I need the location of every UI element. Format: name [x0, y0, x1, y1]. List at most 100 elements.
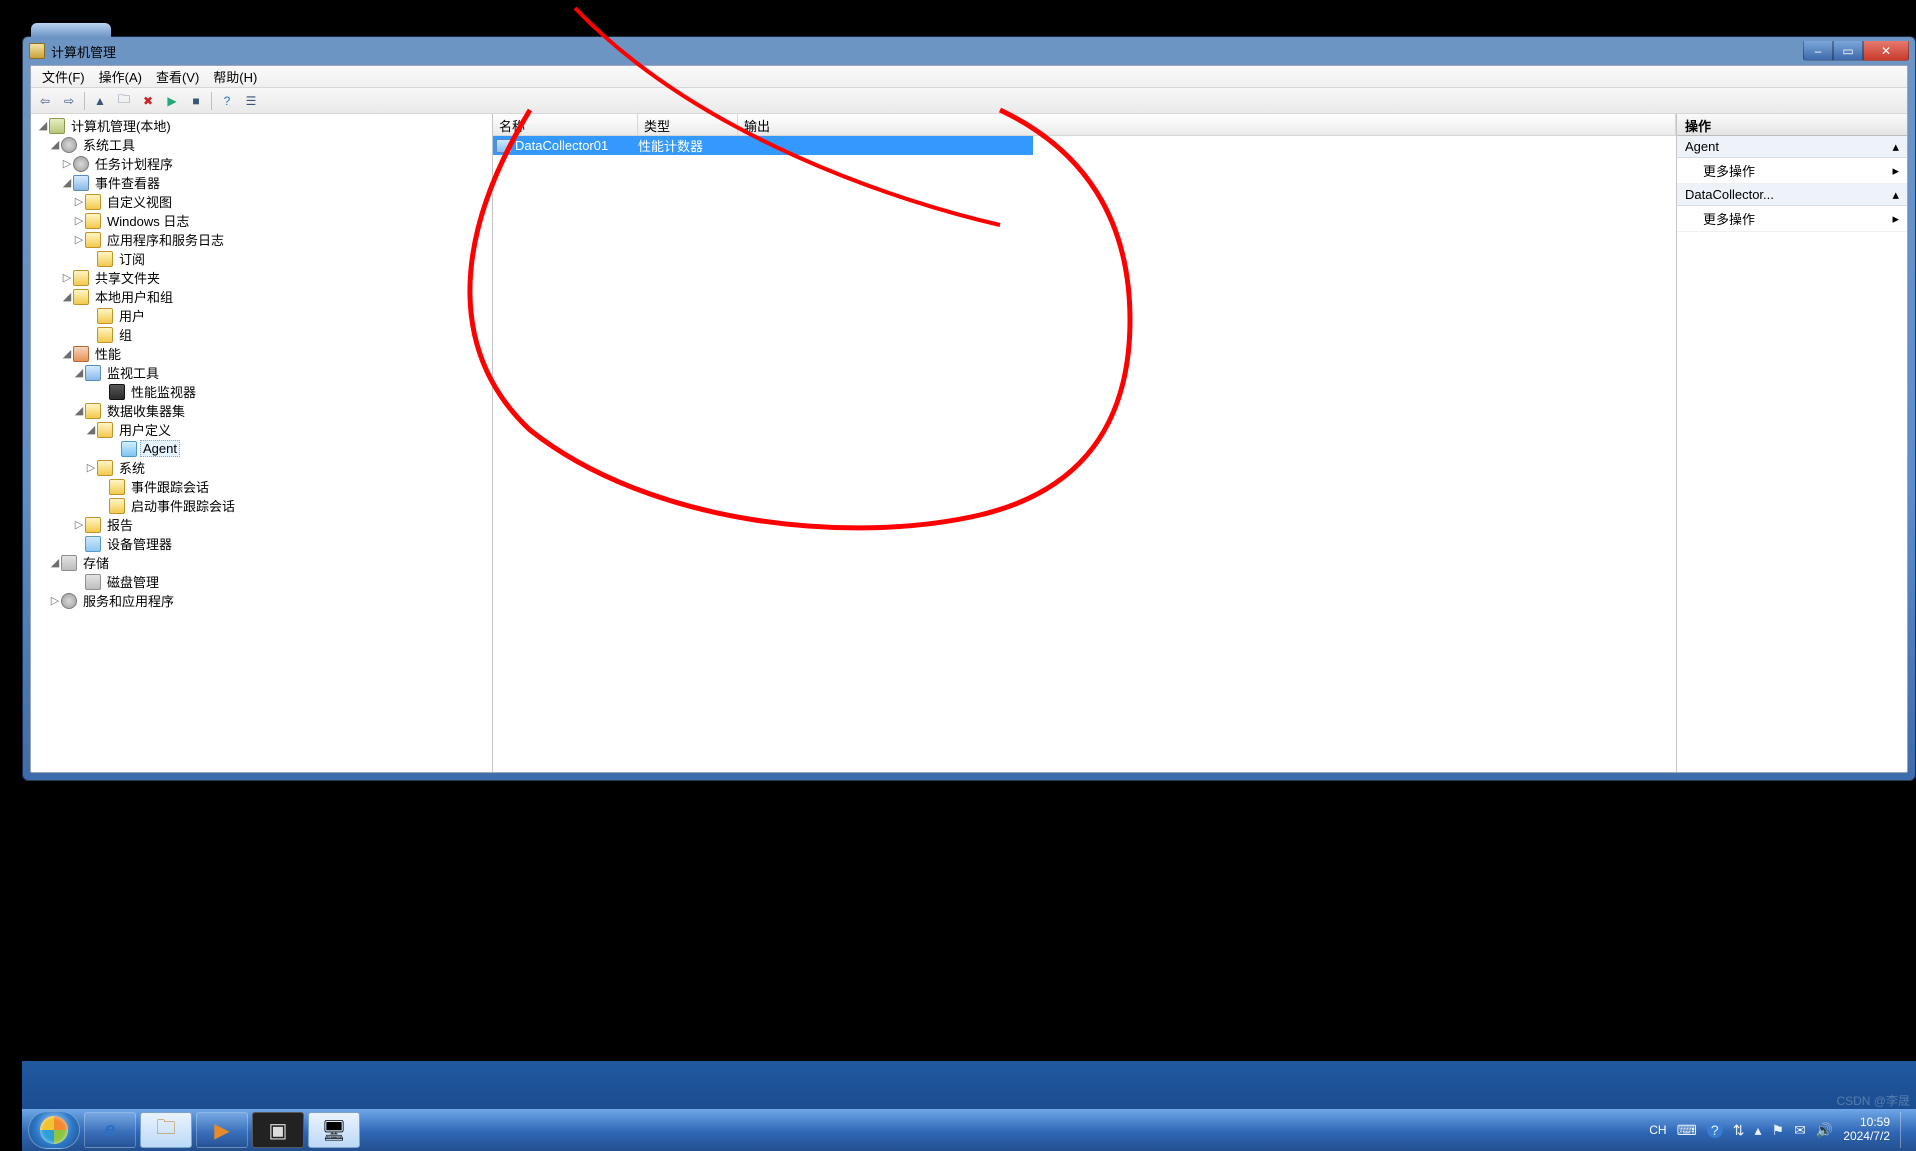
col-type[interactable]: 类型: [638, 114, 738, 135]
back-icon[interactable]: ⇦: [34, 91, 56, 111]
trace-icon: [109, 479, 125, 495]
folder-icon: [85, 213, 101, 229]
monitor-icon: [85, 365, 101, 381]
properties-icon[interactable]: 🗀: [113, 91, 135, 111]
menubar[interactable]: 文件(F) 操作(A) 查看(V) 帮助(H): [31, 66, 1907, 88]
list-row-datacollector01[interactable]: DataCollector01 性能计数器: [493, 136, 1033, 155]
tree-users[interactable]: 用户: [31, 306, 492, 325]
clock[interactable]: 10:59 2024/7/2: [1843, 1116, 1890, 1144]
tree-reports[interactable]: ▷报告: [31, 515, 492, 534]
tree-svc-apps[interactable]: ▷服务和应用程序: [31, 591, 492, 610]
forward-icon[interactable]: ⇨: [58, 91, 80, 111]
chevron-up-icon[interactable]: ▴: [1755, 1122, 1762, 1139]
chevron-right-icon: ▸: [1892, 163, 1899, 179]
col-output[interactable]: 输出: [738, 114, 1676, 135]
stop-icon[interactable]: ■: [185, 91, 207, 111]
tree-task-scheduler[interactable]: ▷任务计划程序: [31, 154, 492, 173]
maximize-button[interactable]: ▭: [1833, 41, 1863, 61]
service-icon: [61, 593, 77, 609]
help-tray-icon[interactable]: ?: [1707, 1122, 1723, 1138]
toolbar: ⇦ ⇨ ▲ 🗀 ✖ ▶ ■ ? ☰: [31, 88, 1907, 114]
tree-app-svc-logs[interactable]: ▷应用程序和服务日志: [31, 230, 492, 249]
start-button[interactable]: [28, 1111, 80, 1149]
menu-view[interactable]: 查看(V): [149, 67, 206, 86]
tree-start-event-trace[interactable]: 启动事件跟踪会话: [31, 496, 492, 515]
collapse-icon[interactable]: ▴: [1892, 187, 1899, 203]
menu-file[interactable]: 文件(F): [35, 67, 92, 86]
keyboard-icon[interactable]: ⌨: [1677, 1122, 1697, 1139]
tree-pane[interactable]: ◢计算机管理(本地) ◢系统工具 ▷任务计划程序 ◢事件查看器 ▷自定义视图 ▷…: [31, 114, 493, 772]
tree-local-users[interactable]: ◢本地用户和组: [31, 287, 492, 306]
tree-windows-logs[interactable]: ▷Windows 日志: [31, 211, 492, 230]
tree-sys-tools[interactable]: ◢系统工具: [31, 135, 492, 154]
up-icon[interactable]: ▲: [89, 91, 111, 111]
disk-icon: [85, 574, 101, 590]
delete-icon[interactable]: ✖: [137, 91, 159, 111]
tree-mon-tools[interactable]: ◢监视工具: [31, 363, 492, 382]
tree-root[interactable]: ◢计算机管理(本地): [31, 116, 492, 135]
task-ie[interactable]: e: [84, 1112, 136, 1148]
storage-icon: [61, 555, 77, 571]
actions-more-dc01[interactable]: 更多操作 ▸: [1677, 206, 1907, 232]
tree-system[interactable]: ▷系统: [31, 458, 492, 477]
window-title: 计算机管理: [51, 42, 116, 61]
menu-action[interactable]: 操作(A): [92, 67, 149, 86]
computer-icon: [49, 118, 65, 134]
perf-icon: [73, 346, 89, 362]
chart-icon: [109, 384, 125, 400]
folder-icon: [97, 422, 113, 438]
minimize-button[interactable]: –: [1803, 41, 1833, 61]
collapse-icon[interactable]: ▴: [1892, 139, 1899, 155]
list-pane[interactable]: 名称 类型 输出 DataCollector01 性能计数器: [493, 114, 1677, 772]
cell-type: 性能计数器: [638, 136, 738, 155]
folder-icon: [97, 460, 113, 476]
lang-indicator[interactable]: CH: [1649, 1123, 1666, 1137]
tree-user-defined[interactable]: ◢用户定义: [31, 420, 492, 439]
task-explorer[interactable]: 🗀: [140, 1112, 192, 1148]
tree-device-mgr[interactable]: 设备管理器: [31, 534, 492, 553]
col-name[interactable]: 名称: [493, 114, 638, 135]
task-compmgmt[interactable]: 🖥: [308, 1112, 360, 1148]
tree-perf-mon[interactable]: 性能监视器: [31, 382, 492, 401]
titlebar[interactable]: 计算机管理 – ▭ ✕: [23, 37, 1915, 65]
tree-storage[interactable]: ◢存储: [31, 553, 492, 572]
start-icon[interactable]: ▶: [161, 91, 183, 111]
actions-more-agent[interactable]: 更多操作 ▸: [1677, 158, 1907, 184]
task-wmp[interactable]: ▶: [196, 1112, 248, 1148]
tree-groups[interactable]: 组: [31, 325, 492, 344]
network-icon[interactable]: ⇅: [1733, 1122, 1745, 1139]
menu-help[interactable]: 帮助(H): [206, 67, 264, 86]
tree-event-trace[interactable]: 事件跟踪会话: [31, 477, 492, 496]
glass-tab: [31, 23, 111, 37]
tree-disk-mgmt[interactable]: 磁盘管理: [31, 572, 492, 591]
show-desktop-button[interactable]: [1900, 1112, 1910, 1148]
trace-icon: [109, 498, 125, 514]
volume-icon[interactable]: 🔊: [1816, 1122, 1833, 1139]
list-header: 名称 类型 输出: [493, 114, 1676, 136]
tree-agent[interactable]: Agent: [31, 439, 492, 458]
taskbar[interactable]: e 🗀 ▶ ▣ 🖥 CH ⌨ ? ⇅ ▴ ⚑ ✉ 🔊 10:59 2024/7/…: [22, 1109, 1916, 1151]
report-icon: [85, 517, 101, 533]
actions-group-agent[interactable]: Agent ▴: [1677, 136, 1907, 158]
client-area: 文件(F) 操作(A) 查看(V) 帮助(H) ⇦ ⇨ ▲ 🗀 ✖ ▶ ■ ? …: [30, 65, 1908, 773]
folder-icon: [97, 327, 113, 343]
folder-icon: [85, 232, 101, 248]
tree-shared-folders[interactable]: ▷共享文件夹: [31, 268, 492, 287]
close-button[interactable]: ✕: [1863, 41, 1909, 61]
tree-dcs[interactable]: ◢数据收集器集: [31, 401, 492, 420]
task-cmd[interactable]: ▣: [252, 1112, 304, 1148]
tree-custom-views[interactable]: ▷自定义视图: [31, 192, 492, 211]
tree-performance[interactable]: ◢性能: [31, 344, 492, 363]
rss-icon: [97, 251, 113, 267]
actions-group-dc01[interactable]: DataCollector... ▴: [1677, 184, 1907, 206]
help-icon[interactable]: ?: [216, 91, 238, 111]
clock-icon: [73, 156, 89, 172]
mail-tray-icon[interactable]: ✉: [1794, 1122, 1806, 1139]
tree-event-viewer[interactable]: ◢事件查看器: [31, 173, 492, 192]
show-hide-icon[interactable]: ☰: [240, 91, 262, 111]
tree-subscribe[interactable]: 订阅: [31, 249, 492, 268]
action-center-icon[interactable]: ⚑: [1772, 1122, 1785, 1139]
folder-icon: [73, 270, 89, 286]
actions-pane: 操作 Agent ▴ 更多操作 ▸ DataCollector... ▴: [1677, 114, 1907, 772]
system-tray[interactable]: CH ⌨ ? ⇅ ▴ ⚑ ✉ 🔊 10:59 2024/7/2: [1649, 1112, 1910, 1148]
